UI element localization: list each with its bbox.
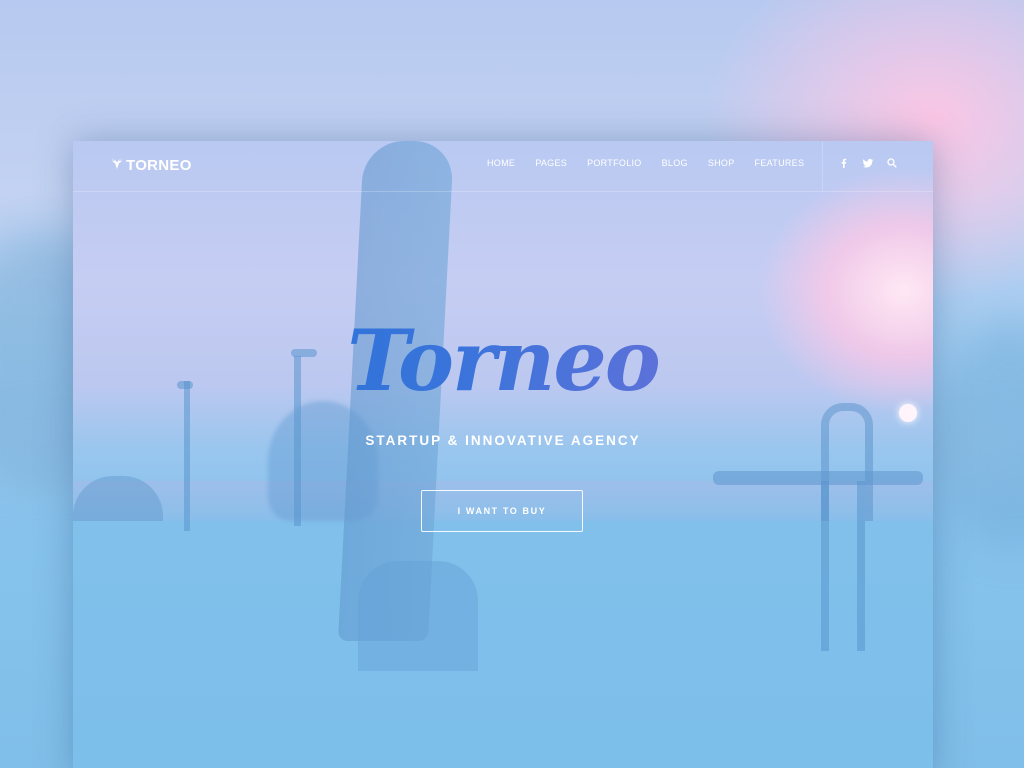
main-nav: HOME PAGES PORTFOLIO BLOG SHOP FEATURES bbox=[487, 158, 824, 168]
hero-subtitle: STARTUP & INNOVATIVE AGENCY bbox=[365, 433, 641, 448]
header-icons bbox=[839, 158, 911, 168]
deer-antlers-icon bbox=[110, 157, 124, 173]
palm-base-silhouette bbox=[358, 561, 478, 671]
nav-item-portfolio[interactable]: PORTFOLIO bbox=[587, 158, 642, 168]
website-preview: TORNEO HOME PAGES PORTFOLIO BLOG SHOP FE… bbox=[73, 141, 933, 768]
ground bbox=[73, 521, 933, 768]
nav-item-home[interactable]: HOME bbox=[487, 158, 515, 168]
site-header: TORNEO HOME PAGES PORTFOLIO BLOG SHOP FE… bbox=[73, 141, 933, 192]
header-divider bbox=[822, 141, 823, 191]
buy-button[interactable]: I WANT TO BUY bbox=[421, 490, 583, 532]
hero-title: Torneo bbox=[73, 311, 933, 411]
search-icon[interactable] bbox=[887, 158, 897, 168]
logo-text: TORNEO bbox=[126, 156, 192, 174]
arch-leg-silhouette bbox=[857, 481, 865, 651]
twitter-icon[interactable] bbox=[863, 158, 873, 168]
facebook-icon[interactable] bbox=[839, 158, 849, 168]
logo[interactable]: TORNEO bbox=[110, 155, 192, 175]
arch-leg-silhouette bbox=[821, 481, 829, 651]
nav-item-blog[interactable]: BLOG bbox=[662, 158, 688, 168]
nav-item-features[interactable]: FEATURES bbox=[755, 158, 805, 168]
nav-item-pages[interactable]: PAGES bbox=[535, 158, 567, 168]
canopy-silhouette bbox=[713, 471, 923, 485]
nav-item-shop[interactable]: SHOP bbox=[708, 158, 735, 168]
